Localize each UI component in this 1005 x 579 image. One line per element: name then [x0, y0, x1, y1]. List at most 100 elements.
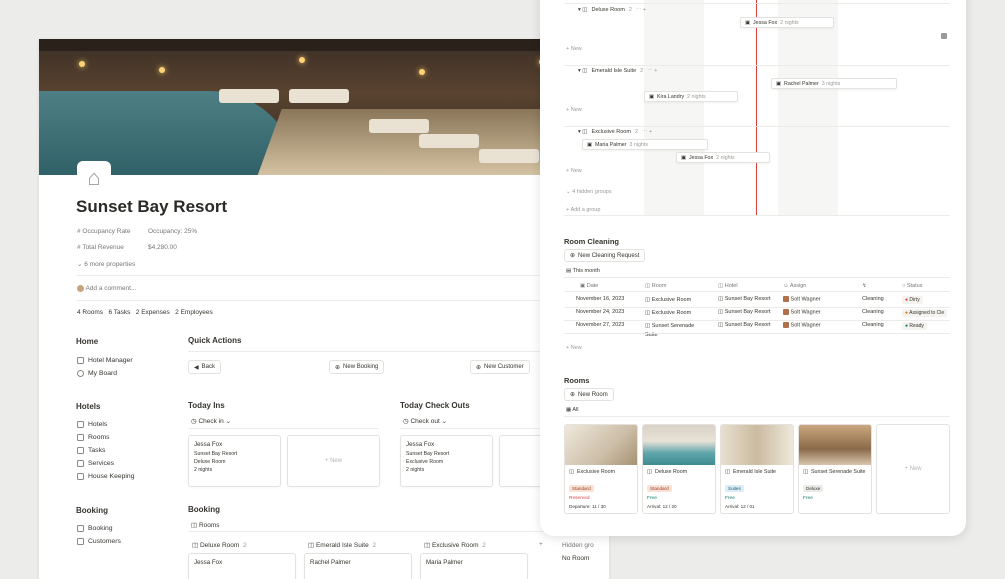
nav-customers[interactable]: Customers	[77, 538, 121, 545]
back-button[interactable]: ◀ Back	[188, 360, 221, 374]
hotel-page-window: ⌂ Sunset Bay Resort # Occupancy Rate Occ…	[39, 39, 609, 579]
new-booking-button[interactable]: ⊕ New Booking	[329, 360, 385, 374]
occupancy-value[interactable]: Occupancy: 25%	[148, 228, 197, 235]
add-group-button[interactable]: + Add a group	[566, 207, 600, 213]
timeline-group-exclusive[interactable]: ▾ ◫ Exclusive Room 2 ⋯ +	[578, 129, 652, 135]
cleaning-hotel[interactable]: ◫ Sunset Bay Resort	[718, 296, 771, 302]
board-card[interactable]: Maria Palmer	[420, 553, 528, 579]
nav-house-keeping[interactable]: House Keeping	[77, 473, 134, 480]
plus-circle-icon: ⊕	[570, 392, 576, 398]
nav-hotels[interactable]: Hotels	[77, 421, 107, 428]
cleaning-status[interactable]: ● Assigned to Cle	[902, 309, 948, 317]
calendar-icon: ▣	[745, 19, 751, 26]
room-card[interactable]: ◫ Emerald Isle Suite Suites Free Arrival:…	[720, 424, 794, 514]
calendar-icon: ▣	[681, 154, 687, 161]
cleaning-date: November 27, 2023	[576, 322, 625, 328]
expenses-relation[interactable]: 2 Expenses	[136, 309, 170, 316]
cleaning-room[interactable]: ◫ Exclusive Room	[645, 309, 707, 318]
checkin-card[interactable]: Jessa Fox Sunset Bay Resort Deluxe Room …	[188, 435, 281, 487]
checkin-view-tab[interactable]: ◷ Check in ⌄	[191, 417, 231, 425]
quick-actions-heading: Quick Actions	[188, 336, 242, 345]
booking-heading: Booking	[76, 506, 108, 515]
cleaning-assignee[interactable]: Solt Wagner	[783, 296, 821, 302]
house-flood-icon: ⌂	[77, 161, 111, 195]
new-customer-button[interactable]: ⊕ New Customer	[470, 360, 530, 374]
timeline-item[interactable]: ▣ Rachel Palmer 3 nights	[771, 78, 897, 89]
today-checkins-heading: Today Ins	[188, 401, 225, 410]
this-month-view-tab[interactable]: ▤ This month	[566, 268, 600, 274]
cleaning-room[interactable]: ◫ Sunset Serenade Suite	[645, 322, 707, 340]
checkout-view-tab[interactable]: ◷ Check out ⌄	[403, 417, 447, 425]
nav-tasks[interactable]: Tasks	[77, 447, 105, 454]
col-date: ▣ Date	[580, 283, 599, 289]
room-type-tag: Standard	[569, 485, 594, 492]
new-row-button[interactable]: + New	[566, 168, 582, 174]
new-room-card[interactable]: + New	[876, 424, 950, 514]
cleaning-room[interactable]: ◫ Exclusive Room	[645, 296, 707, 305]
room-photo	[565, 425, 637, 465]
bell-icon	[77, 460, 84, 467]
booking-view-tab[interactable]: ◫ Rooms	[191, 521, 220, 529]
cleaning-type: Cleaning	[862, 322, 884, 328]
checkout-card[interactable]: Jessa Fox Sunset Bay Resort Exclusive Ro…	[400, 435, 493, 487]
new-row-button[interactable]: + New	[566, 46, 582, 52]
board-column-exclusive[interactable]: ◫ Exclusive Room 2	[424, 541, 486, 549]
nights: 2 nights	[194, 467, 213, 473]
timeline-group-deluxe[interactable]: ▾ ◫ Deluxe Room 2 ⋯ +	[578, 7, 646, 13]
bed-icon	[77, 434, 84, 441]
weekend-column	[644, 0, 704, 215]
employees-relation[interactable]: 2 Employees	[175, 309, 213, 316]
more-properties-toggle[interactable]: ⌄ 6 more properties	[77, 260, 135, 268]
cleaning-assignee[interactable]: Solt Wagner	[783, 309, 821, 315]
nav-my-board[interactable]: My Board	[77, 370, 117, 377]
plus-circle-icon: ⊕	[570, 253, 576, 259]
new-cleaning-request-button[interactable]: ⊕ New Cleaning Request	[564, 249, 646, 262]
room-card[interactable]: ◫ Deluxe Room Standard Free Arrival: 12 /…	[642, 424, 716, 514]
timeline-item[interactable]: ▣ Jessa Fox 2 nights	[676, 152, 770, 163]
new-cleaning-row[interactable]: + New	[566, 345, 582, 351]
cleaning-date: November 24, 2023	[576, 309, 625, 315]
cleaning-hotel[interactable]: ◫ Sunset Bay Resort	[718, 322, 771, 328]
scroll-icon[interactable]	[941, 33, 947, 39]
add-column-button[interactable]: +	[539, 541, 543, 548]
col-status: ○ Status	[902, 283, 923, 289]
cleaning-hotel[interactable]: ◫ Sunset Bay Resort	[718, 309, 771, 315]
col-type: ↯	[862, 283, 867, 289]
all-view-tab[interactable]: ▦ All	[566, 407, 579, 413]
plus-circle-icon: ⊕	[335, 364, 341, 371]
hidden-groups-toggle[interactable]: ⌄ 4 hidden groups	[566, 189, 612, 195]
calendar-icon	[77, 357, 84, 364]
board-card[interactable]: Rachel Palmer	[304, 553, 412, 579]
tasks-relation[interactable]: 6 Tasks	[108, 309, 130, 316]
nav-rooms[interactable]: Rooms	[77, 434, 110, 441]
timeline-group-emerald[interactable]: ▾ ◫ Emerald Isle Suite 2 ⋯ +	[578, 68, 657, 74]
nav-hotel-manager[interactable]: Hotel Manager	[77, 357, 133, 364]
new-row-button[interactable]: + New	[566, 107, 582, 113]
cleaning-status[interactable]: ● Ready	[902, 322, 927, 330]
room-card[interactable]: ◫ Sunset Serenade Suite Deluxe Free	[798, 424, 872, 514]
room-cleaning-heading: Room Cleaning	[564, 237, 620, 246]
revenue-value[interactable]: $4,280.00	[148, 244, 177, 251]
new-room-button[interactable]: ⊕ New Room	[564, 388, 614, 401]
user-icon	[77, 370, 84, 377]
comment-input[interactable]: Add a comment...	[77, 285, 136, 292]
board-column-deluxe[interactable]: ◫ Deluxe Room 2	[192, 541, 247, 549]
relations-bar: 4 Rooms 6 Tasks 2 Expenses 2 Employees	[77, 309, 213, 316]
rooms-relation[interactable]: 4 Rooms	[77, 309, 103, 316]
timeline-item[interactable]: ▣ Jessa Fox 2 nights	[740, 17, 834, 28]
cleaning-status[interactable]: ● Dirty	[902, 296, 923, 304]
timeline-item[interactable]: ▣ Kira Landry 2 nights	[644, 91, 738, 102]
board-column-emerald[interactable]: ◫ Emerald Isle Suite 2	[308, 541, 376, 549]
cleaning-assignee[interactable]: Solt Wagner	[783, 322, 821, 328]
nav-booking[interactable]: Booking	[77, 525, 113, 532]
new-checkin-card[interactable]: + New	[287, 435, 380, 487]
nav-services[interactable]: Services	[77, 460, 114, 467]
timeline-item[interactable]: ▣ Maria Palmer 3 nights	[582, 139, 708, 150]
hotel-name: Sunset Bay Resort	[194, 451, 238, 457]
bed-icon: ◫	[803, 469, 809, 475]
room-card[interactable]: ◫ Exclusive Room Standard Reserved Depart…	[564, 424, 638, 514]
status-badge: ● Dirty	[902, 296, 923, 304]
board-card[interactable]: Jessa Fox	[188, 553, 296, 579]
arrow-left-icon: ◀	[194, 364, 199, 371]
no-room-group[interactable]: No Room	[562, 555, 589, 562]
